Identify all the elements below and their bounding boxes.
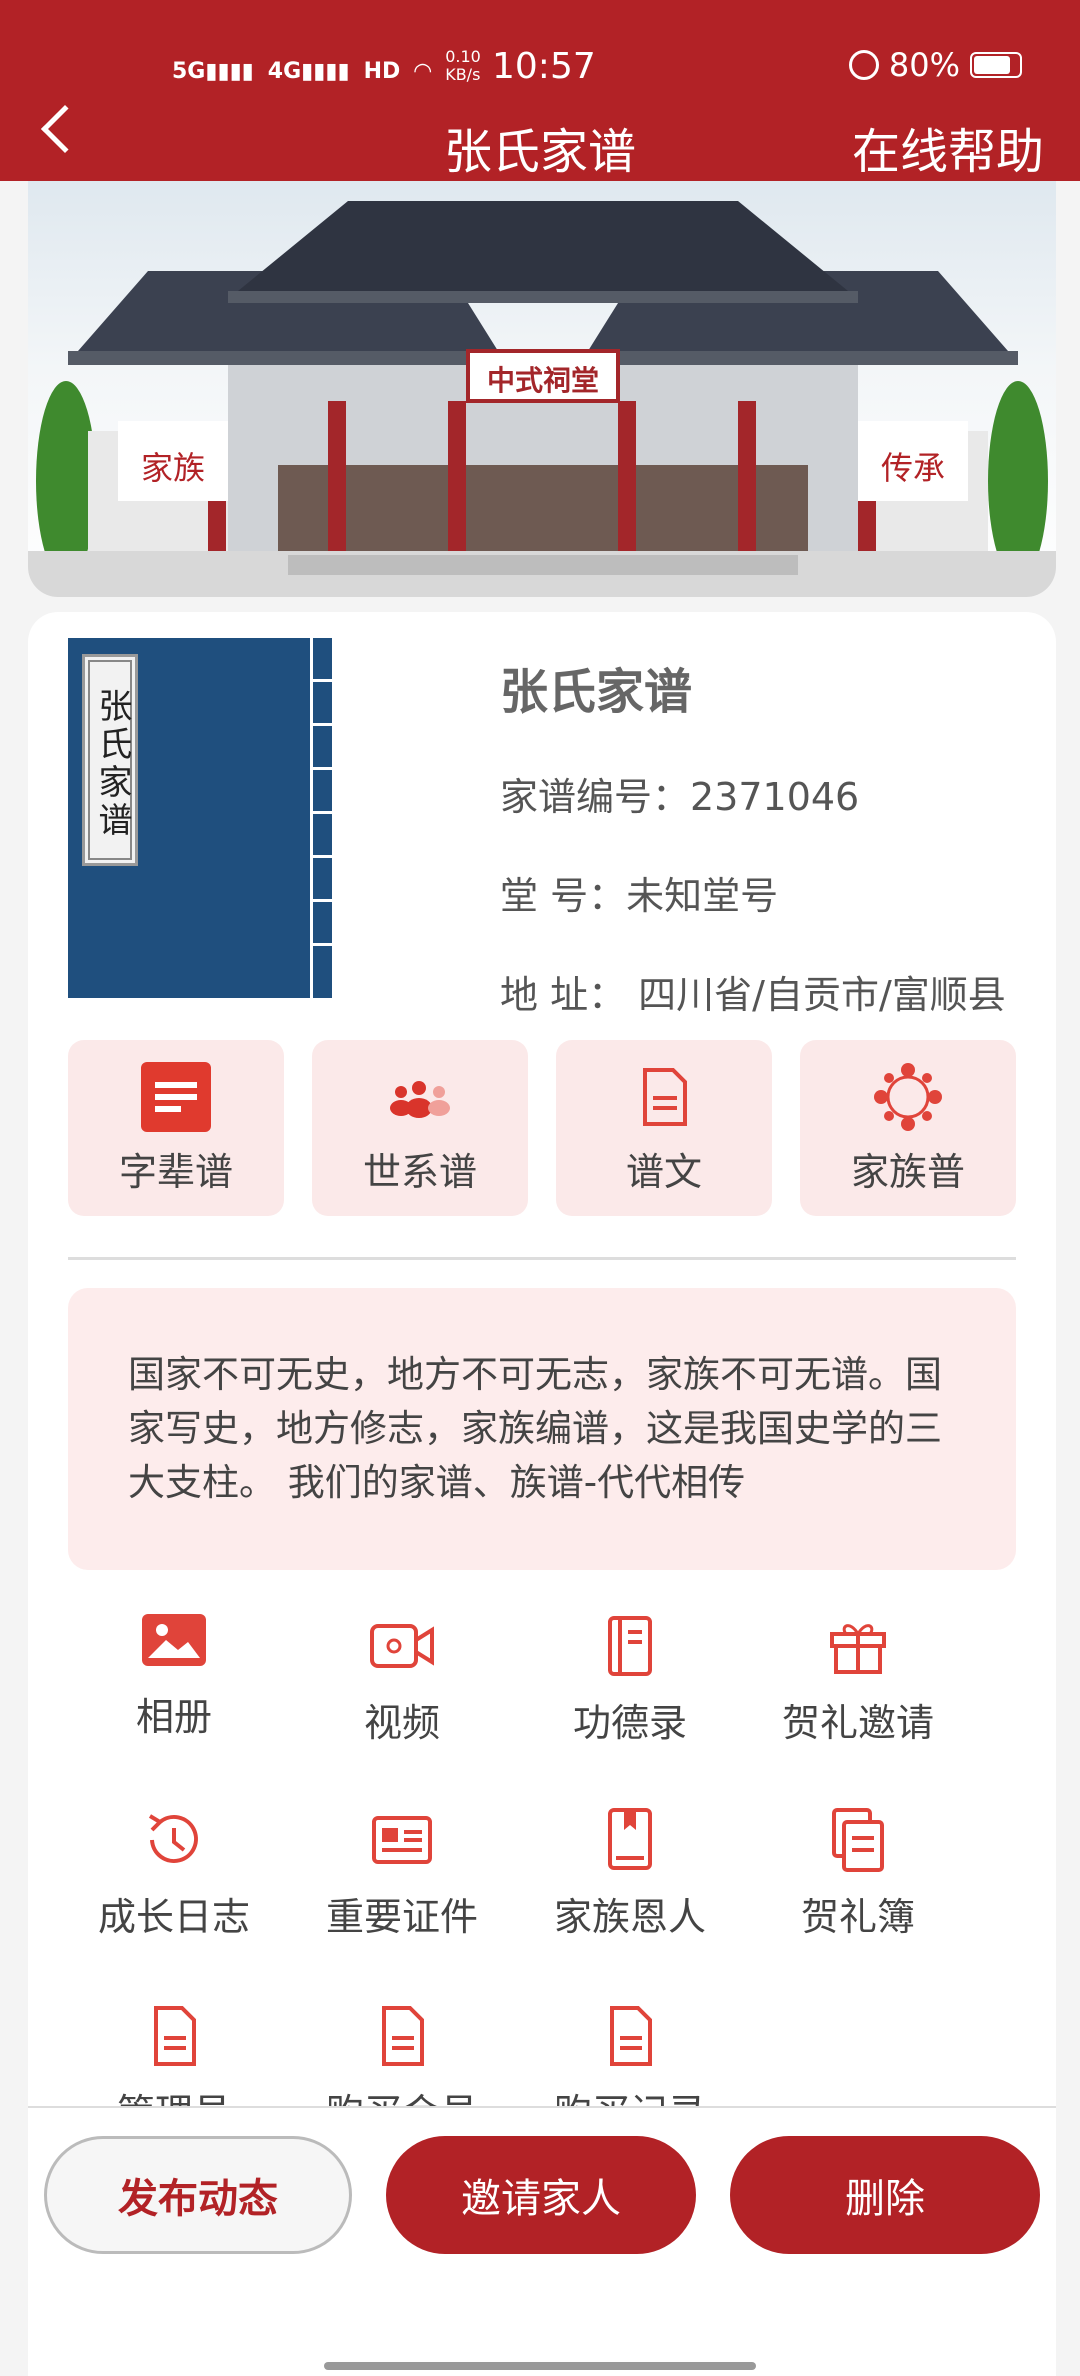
signal-5g-icon: 5G▮▮▮▮ [172, 59, 254, 84]
genealogy-card: 张氏家谱 张氏家谱 家谱编号：2371046 堂 号：未知堂号 地 址： 四川省… [28, 612, 1056, 2376]
gift-icon [830, 1624, 886, 1674]
tile-clan[interactable]: 家族普 [800, 1040, 1016, 1216]
home-indicator[interactable] [324, 2362, 756, 2370]
book-cover-title: 张氏家谱 [82, 654, 138, 866]
top-bar: 5G▮▮▮▮ 4G▮▮▮▮ HD ◠ 0.10 KB/s 10:57 80% 张… [0, 0, 1080, 181]
document-icon [610, 2006, 652, 2066]
video-icon [370, 1624, 434, 1668]
tile-label: 谱文 [625, 1150, 702, 1194]
clan-icon [874, 1063, 942, 1131]
grid-item-video[interactable]: 视频 [302, 1610, 502, 1747]
bookmark-icon [608, 1808, 652, 1870]
page: 5G▮▮▮▮ 4G▮▮▮▮ HD ◠ 0.10 KB/s 10:57 80% 张… [0, 0, 1080, 2376]
genealogy-book-cover[interactable]: 张氏家谱 [68, 638, 332, 998]
genealogy-name: 张氏家谱 [500, 664, 693, 720]
grid-label: 功德录 [572, 1701, 687, 1745]
book-binding [310, 638, 332, 998]
online-help-link[interactable]: 在线帮助 [852, 112, 1044, 182]
grid-item-benefactors[interactable]: 家族恩人 [530, 1804, 730, 1941]
feature-tiles: 字辈谱 世系谱 谱文 家族普 [68, 1040, 1016, 1218]
list-icon [141, 1062, 211, 1132]
book-icon [608, 1616, 652, 1676]
tile-label: 家族普 [850, 1150, 965, 1194]
tile-label: 字辈谱 [118, 1150, 233, 1194]
status-bar: 5G▮▮▮▮ 4G▮▮▮▮ HD ◠ 0.10 KB/s 10:57 80% [0, 44, 1080, 94]
grid-label: 重要证件 [325, 1895, 478, 1939]
banner-plaque: 中式祠堂 [486, 364, 599, 397]
post-update-button[interactable]: 发布动态 [44, 2136, 352, 2254]
status-right: 80% [848, 46, 1022, 84]
grid-label: 成长日志 [97, 1895, 250, 1939]
id-card-icon [372, 1816, 432, 1864]
grid-item-gift-book[interactable]: 贺礼簿 [758, 1804, 958, 1941]
document-icon [154, 2006, 196, 2066]
signal-4g-icon: 4G▮▮▮▮ [267, 59, 350, 84]
network-speed: 0.10 KB/s [445, 47, 481, 84]
intro-text: 国家不可无史，地方不可无志，家族不可无谱。国家写史，地方修志，家族编谱，这是我国… [68, 1288, 1016, 1570]
bottom-action-bar: 发布动态 邀请家人 删除 [28, 2106, 1056, 2376]
document-icon [643, 1068, 687, 1126]
clock: 10:57 [492, 46, 596, 87]
invite-family-button[interactable]: 邀请家人 [386, 2136, 696, 2254]
banner-left-sign: 家族 [140, 449, 205, 487]
document-icon [382, 2006, 424, 2066]
grid-item-album[interactable]: 相册 [74, 1604, 274, 1741]
grid-label: 贺礼邀请 [781, 1701, 934, 1745]
tile-label: 世系谱 [362, 1150, 477, 1194]
tile-generation-names[interactable]: 字辈谱 [68, 1040, 284, 1216]
grid-label: 视频 [363, 1701, 440, 1745]
genealogy-number: 家谱编号：2371046 [500, 775, 860, 819]
photo-icon [142, 1614, 206, 1666]
grid-item-growth-log[interactable]: 成长日志 [74, 1804, 274, 1941]
people-icon [390, 1081, 450, 1118]
delete-button[interactable]: 删除 [730, 2136, 1040, 2254]
grid-item-merit[interactable]: 功德录 [530, 1610, 730, 1747]
divider [68, 1257, 1016, 1260]
alarm-icon [848, 50, 879, 80]
grid-label: 贺礼簿 [800, 1895, 915, 1939]
genealogy-info: 张氏家谱 家谱编号：2371046 堂 号：未知堂号 地 址： 四川省/自贡市/… [500, 652, 1006, 1019]
copy-icon [832, 1808, 884, 1872]
battery-icon [970, 52, 1022, 78]
grid-item-documents[interactable]: 重要证件 [302, 1804, 502, 1941]
wifi-icon: ◠ [414, 59, 432, 84]
tile-genealogy-text[interactable]: 谱文 [556, 1040, 772, 1216]
banner-right-sign: 传承 [880, 449, 945, 487]
ancestral-hall-banner: 中式祠堂 家族 传承 [28, 181, 1056, 597]
hall-name: 堂 号：未知堂号 [500, 874, 779, 918]
battery-percent: 80% [888, 46, 960, 84]
grid-item-gift-invite[interactable]: 贺礼邀请 [758, 1610, 958, 1747]
grid-label: 家族恩人 [553, 1895, 706, 1939]
network-icons: 5G▮▮▮▮ 4G▮▮▮▮ HD ◠ 0.10 KB/s [172, 47, 489, 85]
grid-label: 相册 [135, 1695, 212, 1739]
address: 地 址： 四川省/自贡市/富顺县 [500, 973, 1006, 1017]
tile-lineage[interactable]: 世系谱 [312, 1040, 528, 1216]
hd-icon: HD [363, 59, 401, 84]
history-icon [148, 1814, 198, 1863]
